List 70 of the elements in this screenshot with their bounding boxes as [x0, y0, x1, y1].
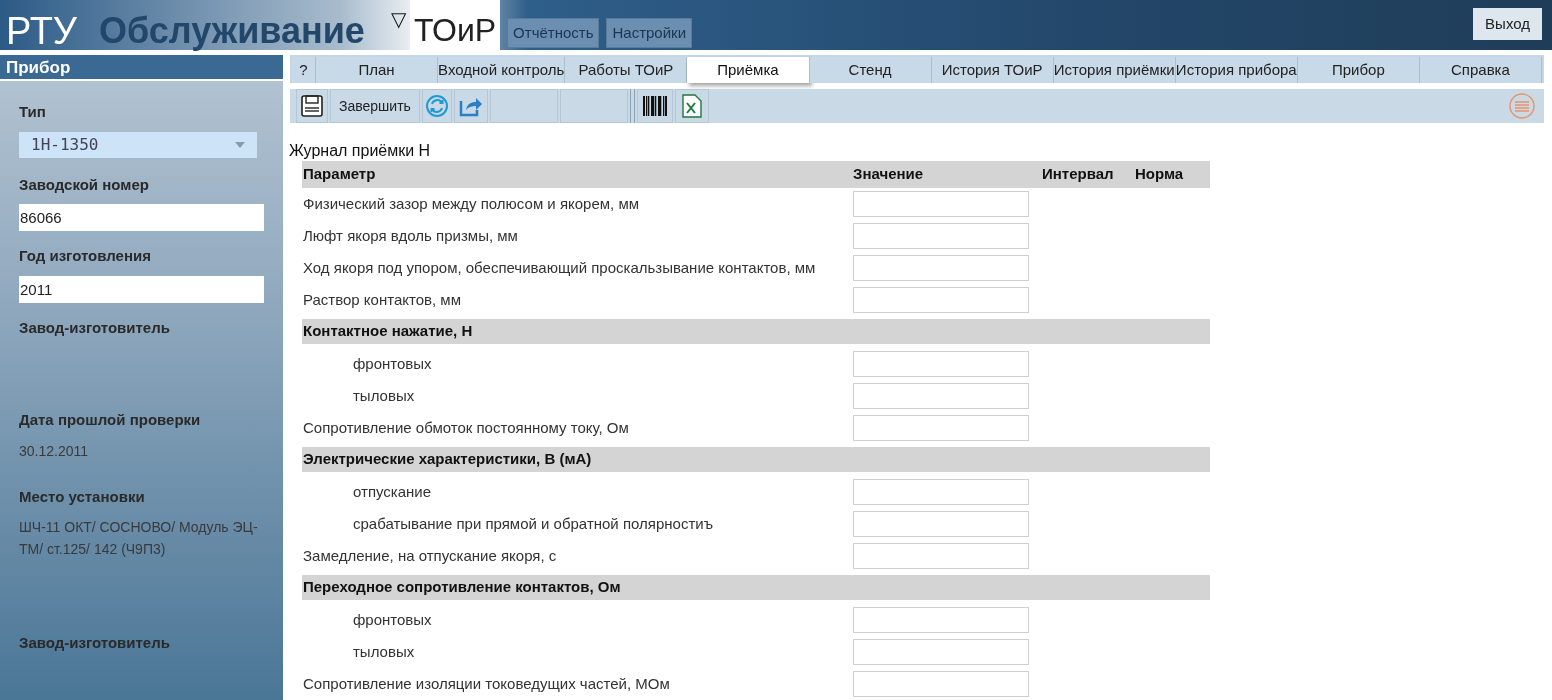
export-button[interactable] — [453, 89, 488, 123]
tab[interactable]: Входной контроль — [438, 57, 566, 83]
tab[interactable]: Приёмка — [687, 57, 810, 83]
value-field[interactable] — [853, 223, 1029, 249]
parameter-label: Физический зазор между полюсом и якорем, мм — [302, 193, 641, 214]
parameter-label: тыловых — [352, 385, 416, 406]
group-label: Переходное сопротивление контактов, Ом — [303, 577, 621, 598]
column-header: Интервал — [1042, 164, 1115, 185]
parameter-label: Сопротивление обмоток постоянному току, Ом — [302, 417, 630, 438]
parameter-label: фронтовых — [352, 353, 433, 374]
save-button[interactable] — [296, 89, 328, 123]
parameter-label: фронтовых — [352, 609, 433, 630]
column-header: Значение — [853, 164, 925, 185]
logout-button[interactable]: Выход — [1473, 8, 1542, 40]
value-field[interactable] — [853, 479, 1029, 505]
field-label: Завод-изготовитель — [19, 633, 171, 653]
module-title: ТОиР — [409, 0, 501, 52]
field-label: Год изготовления — [19, 246, 152, 266]
excel-button[interactable] — [674, 89, 709, 123]
group-label: Электрические характеристики, В (мА) — [303, 449, 592, 470]
export-arrow-icon — [458, 95, 483, 117]
menu-icon — [1509, 93, 1535, 119]
toolbar-button[interactable]: Завершить — [330, 89, 420, 123]
parameter-label: Сопротивление изоляции токоведущих частей, МОм — [302, 673, 671, 694]
field-label: Место установки — [19, 486, 146, 507]
parameter-label: тыловых — [352, 641, 416, 662]
header-menu-button[interactable]: Отчётность — [507, 18, 600, 48]
journal-title: Журнал приёмки Н — [289, 141, 432, 161]
field-value: 30.12.2011 — [19, 441, 90, 461]
parameter-label: Раствор контактов, мм — [302, 289, 462, 310]
column-header: Норма — [1135, 164, 1184, 185]
refresh-button[interactable] — [421, 89, 452, 123]
dropdown-value: 1Н-1350 — [31, 133, 99, 156]
value-field[interactable] — [853, 351, 1029, 377]
barcode-icon — [641, 95, 668, 117]
parameter-label: Ход якоря под упором, обеспечивающий проскальзывание контактов, мм — [302, 257, 817, 278]
value-field[interactable] — [853, 383, 1029, 409]
barcode-button[interactable] — [636, 89, 673, 123]
group-label: Контактное нажатие, Н — [303, 321, 473, 342]
type-dropdown[interactable]: 1Н-1350 — [19, 131, 257, 158]
sidebar-title: Прибор — [0, 55, 283, 81]
brand-text: РТУ — [6, 9, 77, 50]
spreadsheet-icon — [681, 94, 702, 118]
field-label: Завод-изготовитель — [19, 317, 171, 338]
value-field[interactable] — [853, 671, 1029, 697]
parameter-label: отпускание — [352, 481, 433, 502]
module-dropdown-caret[interactable]: ▽ — [390, 0, 406, 38]
tab[interactable]: История прибора — [1175, 57, 1298, 83]
value-field[interactable] — [853, 607, 1029, 633]
value-field[interactable] — [853, 511, 1029, 537]
field-label: Заводской номер — [19, 174, 150, 195]
input-field[interactable]: 86066 — [19, 204, 264, 231]
refresh-icon — [424, 94, 449, 118]
caret-icon — [235, 141, 245, 148]
value-field[interactable] — [853, 639, 1029, 665]
value-field[interactable] — [853, 287, 1029, 313]
column-header: Параметр — [302, 164, 377, 185]
field-label: Тип — [19, 102, 47, 122]
parameter-label: Замедление, на отпускание якоря, с — [302, 545, 558, 566]
input-field[interactable]: 2011 — [19, 275, 264, 303]
value-field[interactable] — [853, 543, 1029, 569]
value-field[interactable] — [853, 255, 1029, 281]
parameter-label: Люфт якоря вдоль призмы, мм — [302, 225, 519, 246]
field-value: ШЧ-11 ОКТ/ СОСНОВО/ Модуль ЭЦ-ТМ/ ст.125/ 142 (Ч9П3) — [19, 518, 259, 559]
parameter-label: срабатывание при прямой и обратной полярностиъ — [352, 513, 715, 534]
header-menu-button[interactable]: Настройки — [606, 18, 693, 48]
field-label: Дата прошлой проверки — [19, 410, 202, 430]
tab[interactable]: История приёмки — [1053, 57, 1176, 83]
value-field[interactable] — [853, 415, 1029, 441]
value-field[interactable] — [853, 191, 1029, 217]
